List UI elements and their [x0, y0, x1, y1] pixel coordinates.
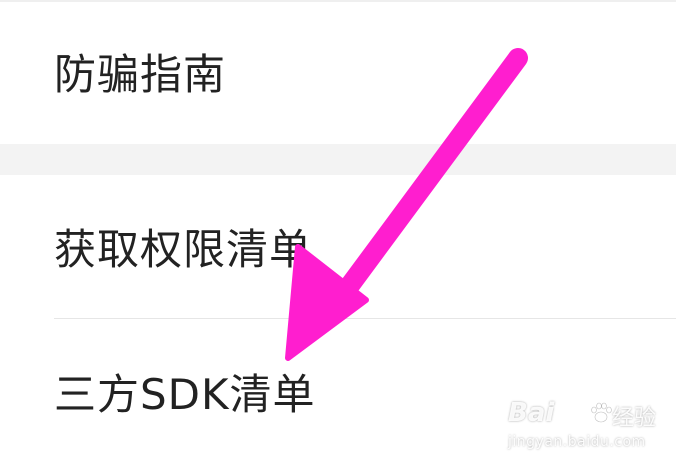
- paw-icon: [591, 402, 612, 423]
- section-separator: [0, 144, 676, 175]
- baidu-jingyan-watermark: Bai 经验 jingyan.baidu.com: [508, 398, 668, 458]
- menu-item-label: 防骗指南: [54, 50, 227, 99]
- menu-item-permission-list[interactable]: 获取权限清单: [0, 175, 676, 318]
- watermark-name: 经验: [612, 406, 657, 431]
- watermark-logo: Bai: [508, 398, 555, 428]
- menu-item-label: 三方SDK清单: [54, 370, 316, 419]
- menu-item-fraud-guide[interactable]: 防骗指南: [0, 2, 676, 144]
- menu-item-label: 获取权限清单: [54, 225, 313, 274]
- watermark-url: jingyan.baidu.com: [508, 434, 646, 450]
